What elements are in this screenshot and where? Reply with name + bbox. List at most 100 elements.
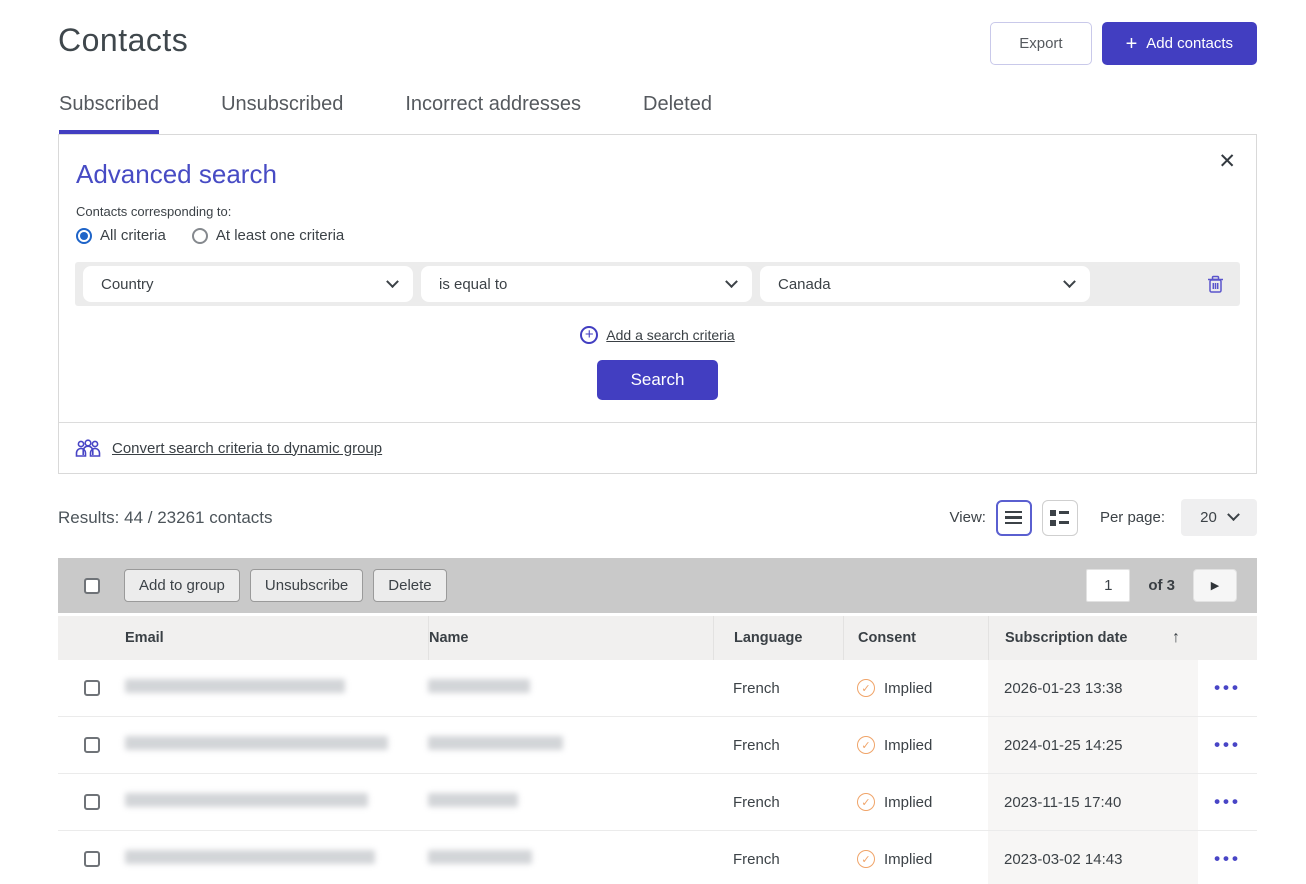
criteria-match-radios: All criteria At least one criteria — [76, 227, 1240, 244]
match-label: Contacts corresponding to: — [76, 204, 1240, 219]
header-actions: Export + Add contacts — [990, 22, 1257, 65]
redacted-email — [125, 679, 345, 693]
chevron-down-icon — [386, 275, 399, 288]
criteria-field-select[interactable]: Country — [83, 266, 413, 302]
redacted-email — [125, 850, 375, 864]
table-row: French ✓ Implied 2023-11-15 17:40 ••• — [58, 774, 1257, 831]
consent-cell: ✓ Implied — [843, 736, 988, 754]
per-page-label: Per page: — [1100, 509, 1165, 526]
header-email: Email — [124, 630, 428, 646]
consent-cell: ✓ Implied — [843, 793, 988, 811]
card-view-button[interactable] — [1042, 500, 1078, 536]
card-view-icon — [1050, 510, 1069, 526]
redacted-email — [125, 793, 368, 807]
row-menu-button[interactable]: ••• — [1214, 792, 1241, 812]
results-summary: Results: 44 / 23261 contacts — [58, 508, 273, 528]
table-header-row: Email Name Language Consent Subscription… — [58, 616, 1257, 660]
consent-label: Implied — [884, 737, 932, 754]
add-contacts-label: Add contacts — [1146, 35, 1233, 52]
delete-criteria-button[interactable] — [1199, 275, 1232, 294]
radio-selected-icon — [76, 228, 92, 244]
results-bar: Results: 44 / 23261 contacts View: Per p… — [58, 499, 1257, 536]
next-page-button[interactable]: ▶ — [1193, 569, 1237, 602]
advanced-search-panel: ✕ Advanced search Contacts corresponding… — [58, 134, 1257, 474]
view-controls: View: Per page: 20 — [950, 499, 1257, 536]
table-row: French ✓ Implied 2024-01-25 14:25 ••• — [58, 717, 1257, 774]
criteria-value-select[interactable]: Canada — [760, 266, 1090, 302]
row-checkbox[interactable] — [84, 737, 100, 753]
close-icon[interactable]: ✕ — [1218, 151, 1236, 172]
consent-label: Implied — [884, 794, 932, 811]
header-name: Name — [428, 616, 713, 660]
consent-check-icon: ✓ — [857, 679, 875, 697]
delete-button[interactable]: Delete — [373, 569, 446, 602]
page-header: Contacts Export + Add contacts — [0, 0, 1306, 65]
subscription-date-label: Subscription date — [1005, 630, 1127, 646]
consent-cell: ✓ Implied — [843, 850, 988, 868]
header-language: Language — [713, 616, 843, 660]
subscription-date-cell: 2026-01-23 13:38 — [988, 660, 1198, 716]
consent-check-icon: ✓ — [857, 793, 875, 811]
page-number-input[interactable] — [1086, 569, 1130, 602]
add-criteria-row: + Add a search criteria — [75, 326, 1240, 344]
language-cell: French — [713, 794, 843, 811]
export-button[interactable]: Export — [990, 22, 1091, 65]
tab-bar: Subscribed Unsubscribed Incorrect addres… — [0, 65, 1306, 134]
view-label: View: — [950, 509, 986, 526]
redacted-name — [428, 793, 518, 807]
header-subscription-date: Subscription date ↑ — [988, 616, 1198, 660]
contacts-table: Email Name Language Consent Subscription… — [58, 616, 1257, 884]
table-row: French ✓ Implied 2023-03-02 14:43 ••• — [58, 831, 1257, 884]
add-to-group-button[interactable]: Add to group — [124, 569, 240, 602]
radio-all-criteria[interactable]: All criteria — [76, 227, 166, 244]
radio-any-label: At least one criteria — [216, 227, 344, 244]
tab-unsubscribed[interactable]: Unsubscribed — [221, 93, 343, 134]
advanced-search-body: ✕ Advanced search Contacts corresponding… — [59, 135, 1256, 422]
convert-to-dynamic-group-link[interactable]: Convert search criteria to dynamic group — [112, 440, 382, 457]
row-menu-button[interactable]: ••• — [1214, 849, 1241, 869]
row-checkbox[interactable] — [84, 851, 100, 867]
search-row: Search — [75, 360, 1240, 400]
chevron-down-icon — [725, 275, 738, 288]
trash-icon — [1207, 275, 1224, 294]
list-view-button[interactable] — [996, 500, 1032, 536]
tab-deleted[interactable]: Deleted — [643, 93, 712, 134]
consent-label: Implied — [884, 680, 932, 697]
radio-at-least-one-criteria[interactable]: At least one criteria — [192, 227, 344, 244]
plus-icon: + — [1126, 37, 1138, 51]
tab-incorrect-addresses[interactable]: Incorrect addresses — [405, 93, 581, 134]
row-checkbox[interactable] — [84, 680, 100, 696]
criteria-operator-value: is equal to — [439, 276, 507, 293]
bulk-actions-toolbar: Add to group Unsubscribe Delete of 3 ▶ — [58, 558, 1257, 613]
criteria-value-value: Canada — [778, 276, 831, 293]
criteria-row: Country is equal to Canada — [75, 262, 1240, 306]
language-cell: French — [713, 680, 843, 697]
consent-check-icon: ✓ — [857, 736, 875, 754]
group-people-icon — [75, 438, 101, 458]
redacted-name — [428, 850, 532, 864]
add-contacts-button[interactable]: + Add contacts — [1102, 22, 1257, 65]
search-button[interactable]: Search — [597, 360, 719, 400]
row-checkbox[interactable] — [84, 794, 100, 810]
select-all-checkbox[interactable] — [84, 578, 100, 594]
per-page-select[interactable]: 20 — [1181, 499, 1257, 536]
page-title: Contacts — [58, 22, 188, 59]
tab-subscribed[interactable]: Subscribed — [59, 93, 159, 134]
subscription-date-cell: 2023-11-15 17:40 — [988, 774, 1198, 830]
consent-check-icon: ✓ — [857, 850, 875, 868]
contacts-page: Contacts Export + Add contacts Subscribe… — [0, 0, 1306, 884]
unsubscribe-button[interactable]: Unsubscribe — [250, 569, 363, 602]
subscription-date-cell: 2023-03-02 14:43 — [988, 831, 1198, 884]
redacted-name — [428, 736, 563, 750]
advanced-search-title: Advanced search — [75, 151, 1240, 200]
language-cell: French — [713, 851, 843, 868]
criteria-field-value: Country — [101, 276, 154, 293]
consent-cell: ✓ Implied — [843, 679, 988, 697]
row-menu-button[interactable]: ••• — [1214, 735, 1241, 755]
page-total-label: of 3 — [1148, 577, 1175, 594]
table-row: French ✓ Implied 2026-01-23 13:38 ••• — [58, 660, 1257, 717]
criteria-operator-select[interactable]: is equal to — [421, 266, 752, 302]
sort-ascending-icon[interactable]: ↑ — [1172, 629, 1180, 647]
row-menu-button[interactable]: ••• — [1214, 678, 1241, 698]
add-criteria-link[interactable]: Add a search criteria — [606, 327, 734, 343]
